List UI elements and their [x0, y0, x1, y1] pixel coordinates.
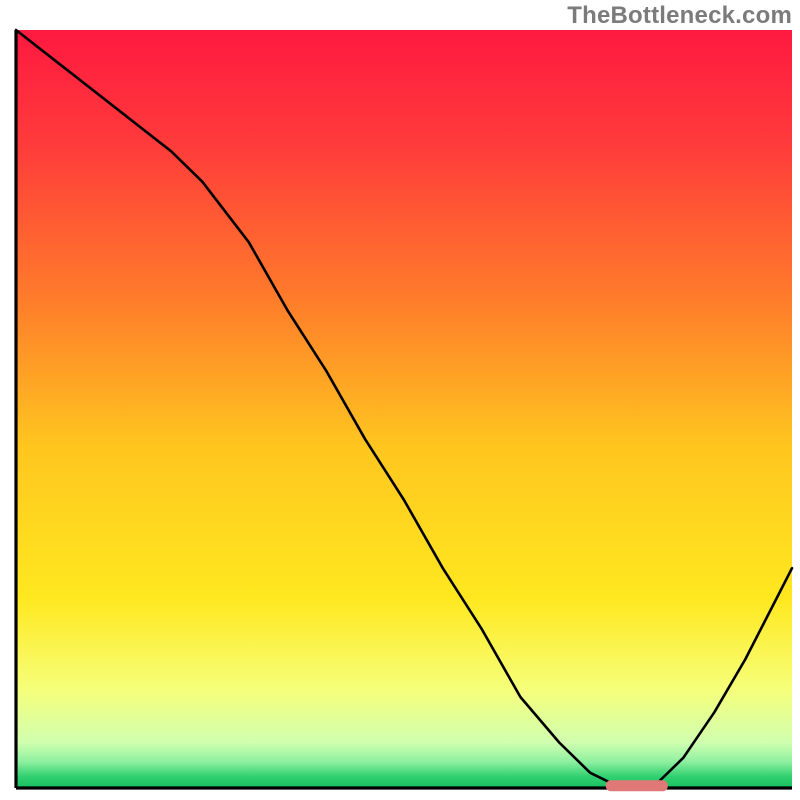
chart-stage: TheBottleneck.com: [0, 0, 800, 800]
optimal-range-marker: [606, 780, 668, 791]
plot-background: [16, 30, 792, 788]
bottleneck-chart: [0, 0, 800, 800]
